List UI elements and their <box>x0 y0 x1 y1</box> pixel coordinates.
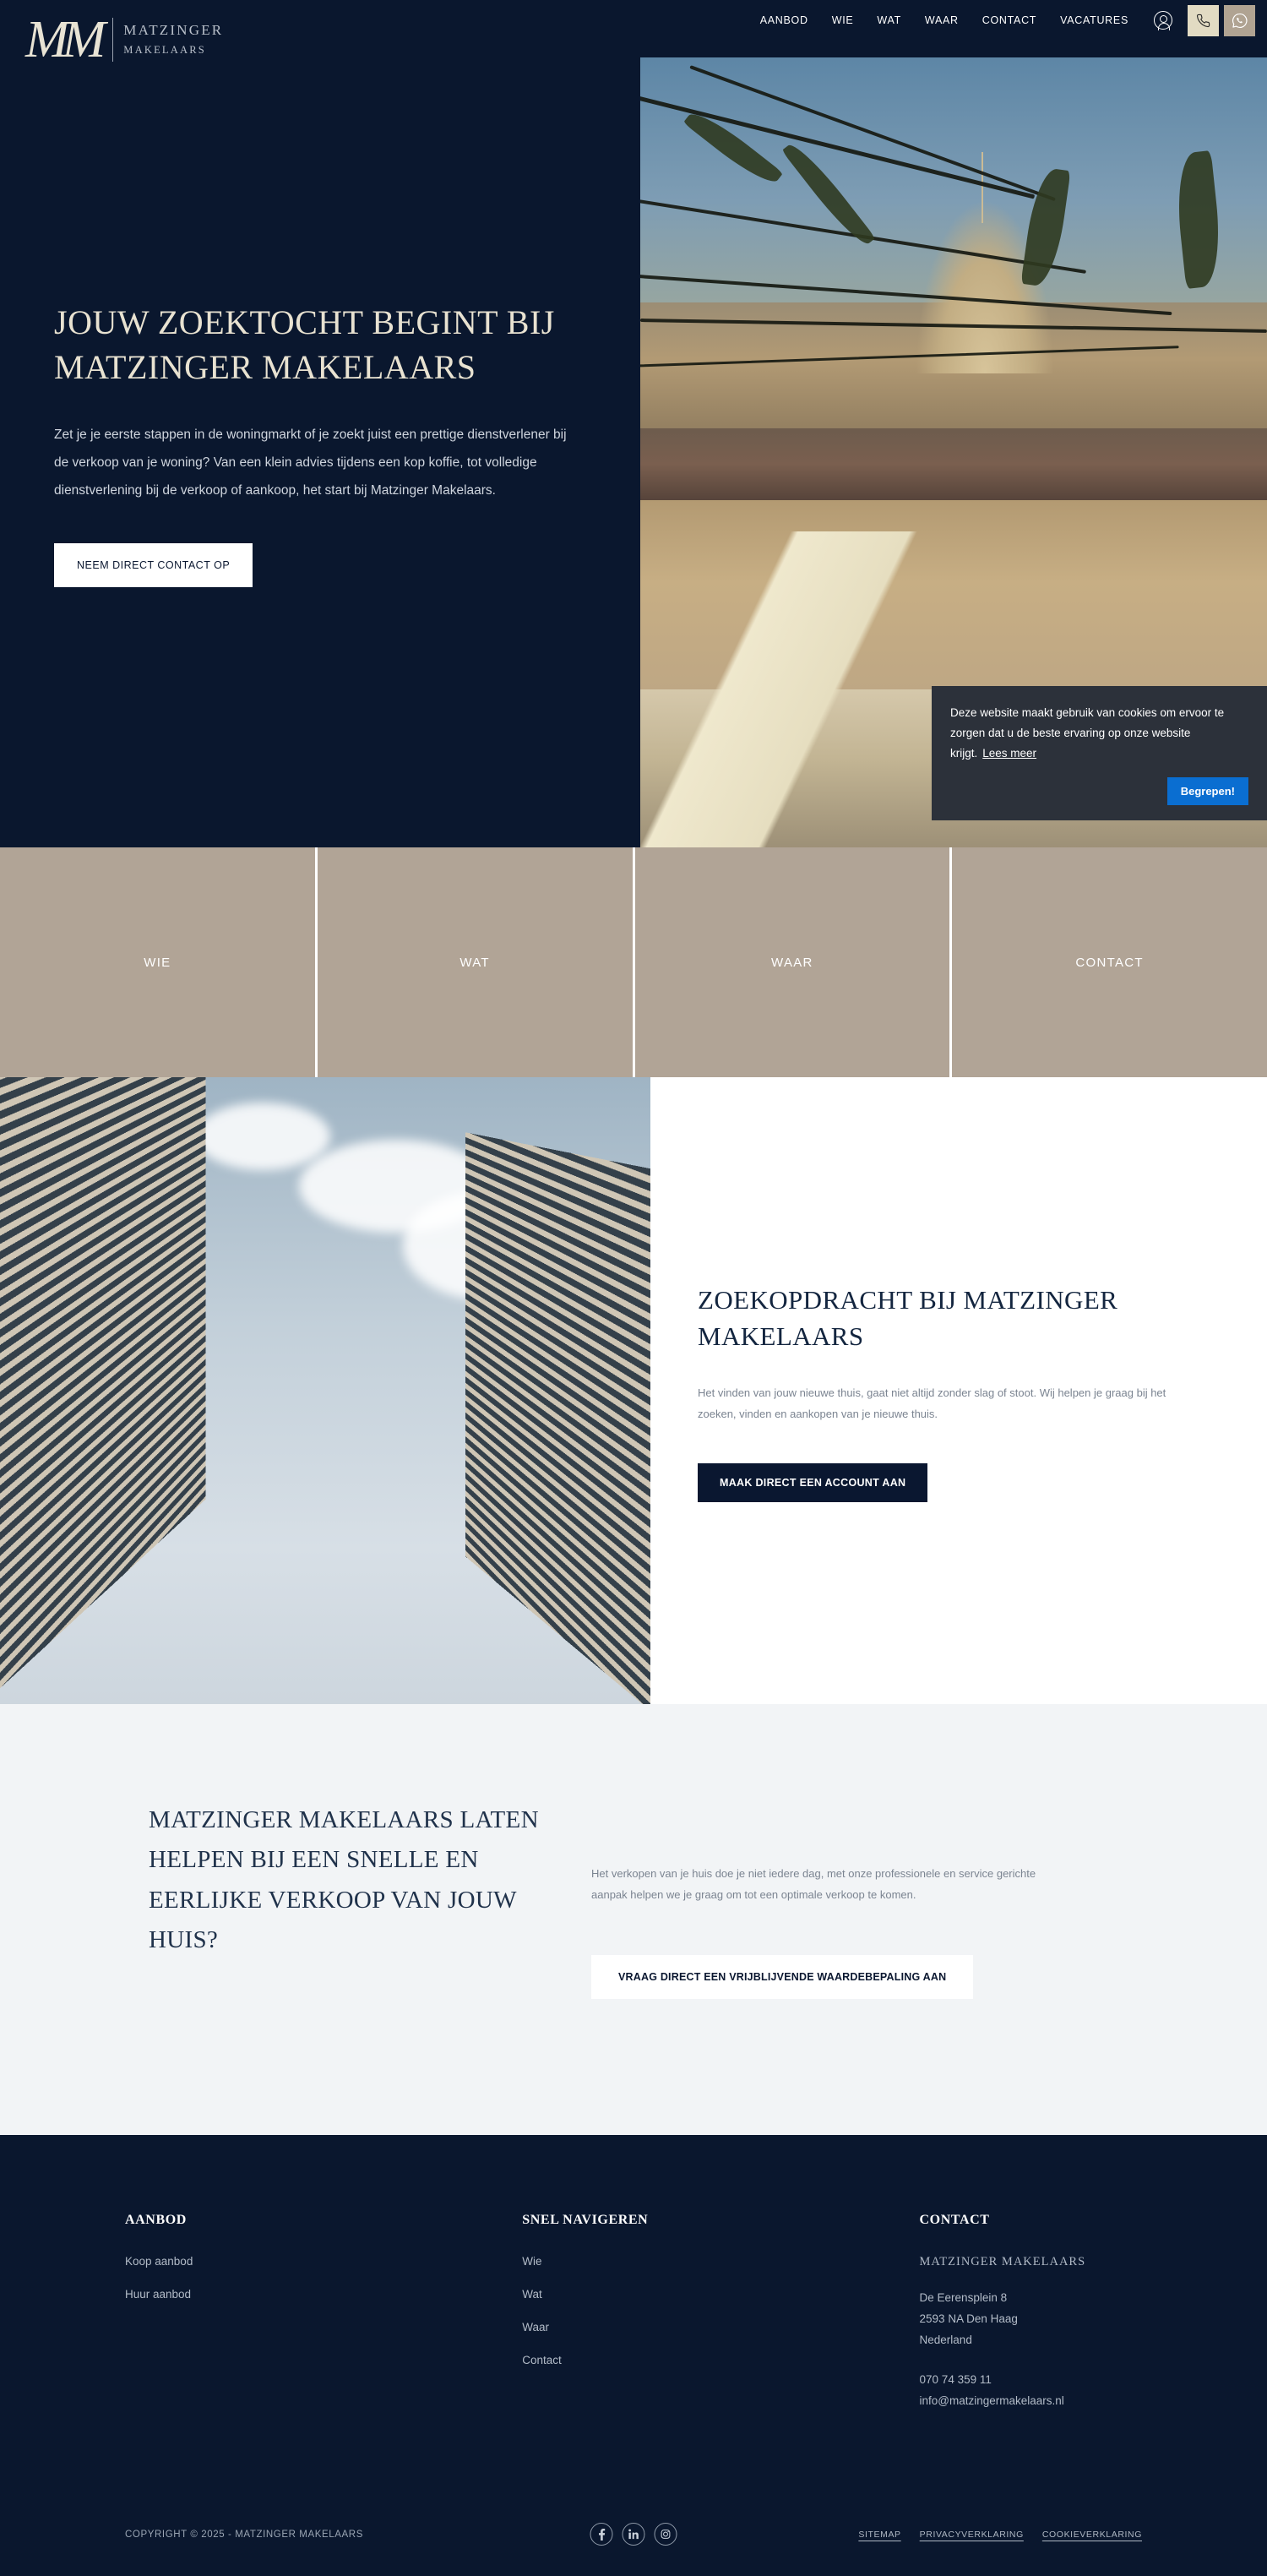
footer-link-wie[interactable]: Wie <box>522 2255 919 2268</box>
legal-link-cookieverklaring[interactable]: COOKIEVERKLARING <box>1042 2530 1142 2540</box>
nav-item-waar[interactable]: WAAR <box>913 14 971 26</box>
logo-divider <box>112 18 114 62</box>
site-header: MM MATZINGER MAKELAARS AANBOD WIE WAT WA… <box>0 0 1267 80</box>
footer-contact-details: 070 74 359 11 info@matzingermakelaars.nl <box>920 2370 1267 2412</box>
social-links <box>590 2523 677 2546</box>
zoekopdracht-section: ZOEKOPDRACHT BIJ MATZINGER MAKELAARS Het… <box>0 1077 1267 1704</box>
legal-links: SITEMAP PRIVACYVERKLARING COOKIEVERKLARI… <box>858 2530 1142 2540</box>
linkedin-icon[interactable] <box>622 2523 645 2546</box>
linkedin-glyph <box>628 2529 639 2540</box>
hero-section: JOUW ZOEKTOCHT BEGINT BIJ MATZINGER MAKE… <box>0 0 1267 847</box>
verkoop-heading-column: MATZINGER MAKELAARS LATEN HELPEN BIJ EEN… <box>0 1800 583 2135</box>
verkoop-body-column: Het verkopen van je huis doe je niet ied… <box>583 1800 1174 2135</box>
footer-column-contact: CONTACT MATZINGER MAKELAARS De Eerensple… <box>920 2213 1267 2412</box>
hero-title: JOUW ZOEKTOCHT BEGINT BIJ MATZINGER MAKE… <box>54 303 555 387</box>
zoekopdracht-title: ZOEKOPDRACHT BIJ MATZINGER MAKELAARS <box>698 1285 1118 1351</box>
nav-item-contact[interactable]: CONTACT <box>971 14 1048 26</box>
footer-column-aanbod: AANBOD Koop aanbod Huur aanbod <box>125 2213 522 2412</box>
facebook-glyph <box>598 2528 605 2541</box>
cloud-shape <box>195 1102 330 1170</box>
footer-link-koop-aanbod[interactable]: Koop aanbod <box>125 2255 522 2268</box>
tile-contact[interactable]: CONTACT <box>952 847 1267 1077</box>
building-right <box>465 1132 650 1704</box>
footer-link-wat[interactable]: Wat <box>522 2288 919 2301</box>
footer-bottom-bar: COPYRIGHT © 2025 - MATZINGER MAKELAARS S… <box>0 2493 1267 2576</box>
footer-link-huur-aanbod[interactable]: Huur aanbod <box>125 2288 522 2301</box>
cookie-banner: Deze website maakt gebruik van cookies o… <box>932 686 1267 821</box>
tile-wat[interactable]: WAT <box>317 847 633 1077</box>
site-footer: AANBOD Koop aanbod Huur aanbod SNEL NAVI… <box>0 2135 1267 2576</box>
quick-link-tiles: WIE WAT WAAR CONTACT <box>0 847 1267 1077</box>
nav-item-aanbod[interactable]: AANBOD <box>748 14 820 26</box>
nav-item-wie[interactable]: WIE <box>820 14 866 26</box>
zoekopdracht-copy: ZOEKOPDRACHT BIJ MATZINGER MAKELAARS Het… <box>650 1077 1267 1704</box>
footer-phone-link[interactable]: 070 74 359 11 <box>920 2370 1267 2391</box>
zoekopdracht-body: Het vinden van jouw nieuwe thuis, gaat n… <box>698 1386 1166 1420</box>
cookie-read-more-link[interactable]: Lees meer <box>982 747 1036 760</box>
hero-subtitle: Zet je je eerste stappen in de woningmar… <box>54 428 567 498</box>
homepage: JOUW ZOEKTOCHT BEGINT BIJ MATZINGER MAKE… <box>0 0 1267 2576</box>
main-navigation: AANBOD WIE WAT WAAR CONTACT VACATURES <box>748 0 1267 41</box>
user-circle-icon[interactable] <box>1154 11 1172 30</box>
waardebepaling-button[interactable]: VRAAG DIRECT EEN VRIJBLIJVENDE WAARDEBEP… <box>591 1954 974 1999</box>
cookie-accept-button[interactable]: Begrepen! <box>1166 777 1248 806</box>
footer-address: De Eerensplein 8 2593 NA Den Haag Nederl… <box>920 2288 1267 2351</box>
phone-icon <box>1196 14 1210 27</box>
footer-link-contact[interactable]: Contact <box>522 2354 919 2366</box>
whatsapp-button[interactable] <box>1224 4 1255 36</box>
tile-waar[interactable]: WAAR <box>634 847 950 1077</box>
create-account-button[interactable]: MAAK DIRECT EEN ACCOUNT AAN <box>698 1463 928 1503</box>
cookie-text: Deze website maakt gebruik van cookies o… <box>950 703 1248 764</box>
address-line-2: 2593 NA Den Haag <box>919 2312 1018 2325</box>
hero-copy: JOUW ZOEKTOCHT BEGINT BIJ MATZINGER MAKE… <box>54 300 595 587</box>
verkoop-title: MATZINGER MAKELAARS LATEN HELPEN BIJ EEN… <box>149 1806 539 1953</box>
copyright-text: COPYRIGHT © 2025 - MATZINGER MAKELAARS <box>125 2529 363 2540</box>
logo-name-line1: MATZINGER <box>123 21 224 38</box>
legal-link-sitemap[interactable]: SITEMAP <box>858 2530 900 2540</box>
logo-name-line2: MAKELAARS <box>123 43 206 56</box>
footer-email-link[interactable]: info@matzingermakelaars.nl <box>920 2391 1267 2412</box>
hero-contact-button[interactable]: NEEM DIRECT CONTACT OP <box>54 542 253 587</box>
nav-item-vacatures[interactable]: VACATURES <box>1048 14 1140 26</box>
footer-heading-aanbod: AANBOD <box>125 2213 187 2227</box>
phone-button[interactable] <box>1188 4 1219 36</box>
verkoop-body: Het verkopen van je huis doe je niet ied… <box>591 1867 1036 1902</box>
instagram-glyph <box>661 2530 671 2540</box>
facebook-icon[interactable] <box>590 2523 613 2546</box>
verkoop-section: MATZINGER MAKELAARS LATEN HELPEN BIJ EEN… <box>0 1704 1267 2135</box>
address-line-1: De Eerensplein 8 <box>919 2291 1008 2304</box>
footer-company-name: MATZINGER MAKELAARS <box>919 2255 1086 2268</box>
footer-column-navigeren: SNEL NAVIGEREN Wie Wat Waar Contact <box>522 2213 919 2412</box>
footer-heading-navigeren: SNEL NAVIGEREN <box>522 2213 649 2227</box>
hero-image-pavilion <box>640 428 1267 508</box>
whatsapp-icon <box>1232 13 1248 28</box>
skyscrapers-image <box>0 1077 650 1704</box>
logo-wordmark: MATZINGER MAKELAARS <box>123 21 223 59</box>
address-line-3: Nederland <box>919 2333 972 2346</box>
footer-columns: AANBOD Koop aanbod Huur aanbod SNEL NAVI… <box>0 2213 1267 2412</box>
logo-monogram: MM <box>25 11 106 68</box>
footer-link-waar[interactable]: Waar <box>522 2321 919 2334</box>
tile-wie[interactable]: WIE <box>0 847 315 1077</box>
instagram-icon[interactable] <box>654 2523 677 2546</box>
site-logo[interactable]: MM MATZINGER MAKELAARS <box>25 7 253 73</box>
building-left <box>0 1077 206 1704</box>
legal-link-privacyverklaring[interactable]: PRIVACYVERKLARING <box>920 2530 1024 2540</box>
footer-heading-contact: CONTACT <box>919 2213 990 2227</box>
hero-image-spire <box>982 152 984 224</box>
nav-item-wat[interactable]: WAT <box>865 14 912 26</box>
